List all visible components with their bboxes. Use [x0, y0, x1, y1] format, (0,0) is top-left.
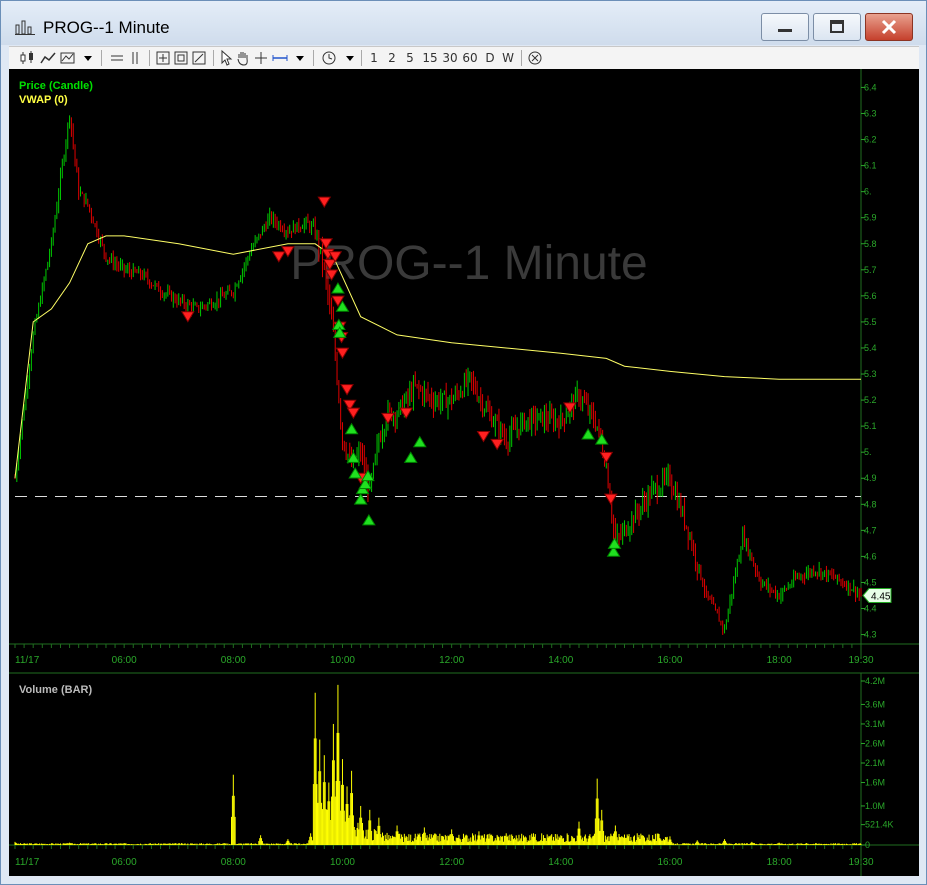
timeframe-1-button[interactable]: 1: [367, 49, 381, 67]
price-y-tick-label: 5.2: [864, 395, 877, 405]
volume-y-tick-label: 2.6M: [865, 738, 885, 748]
price-y-tick-label: 6.2: [864, 135, 877, 145]
price-y-tick-label: 4.7: [864, 525, 877, 535]
timeframe-2-button[interactable]: 2: [385, 49, 399, 67]
volume-bars: [14, 684, 862, 845]
price-y-tick-label: 4.6: [864, 551, 877, 561]
price-y-tick-label: 6.: [864, 187, 872, 197]
price-y-tick-label: 5.6: [864, 291, 877, 301]
timeframe-daily-button[interactable]: D: [483, 49, 497, 67]
price-y-tick-label: 4.9: [864, 473, 877, 483]
chart-area[interactable]: PROG--1 Minute Price (Candle) VWAP (0) 6.4 6…: [9, 69, 919, 876]
price-y-tick-label: 5.7: [864, 265, 877, 275]
crosshair-icon[interactable]: [253, 49, 269, 67]
price-y-tick-label: 4.5: [864, 577, 877, 587]
volume-x-tick-label: 14:00: [548, 857, 573, 868]
close-icon: [881, 19, 897, 35]
minimize-icon: [778, 29, 792, 32]
pointer-icon[interactable]: [219, 49, 233, 67]
measure-icon[interactable]: [271, 49, 289, 67]
app-chart-icon: [15, 20, 35, 35]
volume-x-tick-label: 10:00: [330, 857, 355, 868]
price-y-tick-label: 6.1: [864, 161, 877, 171]
volume-y-tick-label: 3.6M: [865, 699, 885, 709]
volume-y-tick-label: 4.2M: [865, 676, 885, 686]
window-title: PROG--1 Minute: [43, 18, 170, 37]
price-y-tick-label: 5.1: [864, 421, 877, 431]
chart-window: PROG--1 Minute 1 2 5 15 30 60 D W PROG--…: [0, 0, 927, 885]
timeframe-30-button[interactable]: 30: [441, 49, 459, 67]
price-y-tick-label: 5.9: [864, 213, 877, 223]
horizontal-line-icon[interactable]: [109, 49, 125, 67]
volume-y-tick-label: 0: [865, 840, 870, 850]
price-y-tick-label: 4.8: [864, 499, 877, 509]
price-x-tick-label: 08:00: [221, 655, 246, 666]
timeframe-weekly-button[interactable]: W: [501, 49, 515, 67]
zoom-in-icon[interactable]: [173, 49, 189, 67]
volume-x-tick-label: 16:00: [657, 857, 682, 868]
chart-style-icon[interactable]: [59, 49, 77, 67]
price-x-tick-label: 19:30: [848, 655, 873, 666]
last-price-label: 4.45: [871, 591, 891, 602]
volume-x-tick-label: 11/17: [15, 857, 40, 868]
candle-chart-icon[interactable]: [19, 49, 37, 67]
close-circle-icon[interactable]: [527, 49, 543, 67]
maximize-button[interactable]: [813, 13, 861, 41]
price-panel-bg: [9, 69, 919, 659]
volume-x-tick-label: 06:00: [112, 857, 137, 868]
clock-icon[interactable]: [321, 49, 337, 67]
volume-y-tick-label: 2.1M: [865, 758, 885, 768]
legend-price-candle: Price (Candle): [19, 80, 93, 92]
chart-toolbar: 1 2 5 15 30 60 D W: [9, 46, 919, 70]
maximize-icon: [830, 20, 844, 33]
price-x-tick-label: 12:00: [439, 655, 464, 666]
volume-x-tick-label: 08:00: [221, 857, 246, 868]
volume-panel: Volume (BAR) 11/17 06:00 08:00 10:00 12:00 14:…: [9, 672, 919, 876]
price-y-tick-label: 4.3: [864, 630, 877, 640]
volume-x-tick-label: 12:00: [439, 857, 464, 868]
close-button[interactable]: [865, 13, 913, 41]
volume-y-tick-label: 1.0M: [865, 801, 885, 811]
timeframe-15-button[interactable]: 15: [421, 49, 439, 67]
volume-y-tick-label: 1.6M: [865, 778, 885, 788]
price-y-tick-label: 5.5: [864, 317, 877, 327]
dropdown-icon[interactable]: [293, 49, 307, 67]
price-x-tick-label: 16:00: [657, 655, 682, 666]
timeframe-5-button[interactable]: 5: [403, 49, 417, 67]
dropdown-icon[interactable]: [81, 49, 95, 67]
vertical-line-icon[interactable]: [127, 49, 143, 67]
chart-watermark: PROG--1 Minute: [290, 237, 647, 290]
title-bar[interactable]: PROG--1 Minute: [1, 1, 926, 45]
price-x-tick-label: 06:00: [112, 655, 137, 666]
legend-volume: Volume (BAR): [19, 684, 92, 696]
zoom-fit-icon[interactable]: [155, 49, 171, 67]
price-x-tick-label: 14:00: [548, 655, 573, 666]
price-y-tick-label: 5.: [864, 447, 872, 457]
volume-y-tick-label: 3.1M: [865, 719, 885, 729]
price-y-tick-label: 6.3: [864, 108, 877, 118]
price-x-tick-label: 10:00: [330, 655, 355, 666]
zoom-out-icon[interactable]: [191, 49, 207, 67]
legend-vwap: VWAP (0): [19, 94, 68, 106]
price-x-tick-label: 18:00: [767, 655, 792, 666]
price-y-tick-label: 6.4: [864, 82, 877, 92]
hand-icon[interactable]: [235, 49, 251, 67]
price-y-tick-label: 4.4: [864, 604, 877, 614]
price-y-tick-label: 5.8: [864, 239, 877, 249]
price-panel: PROG--1 Minute Price (Candle) VWAP (0) 6.4 6…: [9, 69, 919, 666]
price-x-tick-label: 11/17: [15, 655, 40, 666]
volume-x-tick-label: 18:00: [767, 857, 792, 868]
chart-svg[interactable]: PROG--1 Minute Price (Candle) VWAP (0) 6.4 6…: [9, 69, 919, 876]
price-y-tick-label: 5.4: [864, 343, 877, 353]
volume-y-tick-label: 521.4K: [865, 820, 894, 830]
volume-x-tick-label: 19:30: [848, 857, 873, 868]
price-y-tick-label: 5.3: [864, 369, 877, 379]
dropdown-icon[interactable]: [343, 49, 357, 67]
line-chart-icon[interactable]: [39, 49, 57, 67]
timeframe-60-button[interactable]: 60: [461, 49, 479, 67]
minimize-button[interactable]: [761, 13, 809, 41]
